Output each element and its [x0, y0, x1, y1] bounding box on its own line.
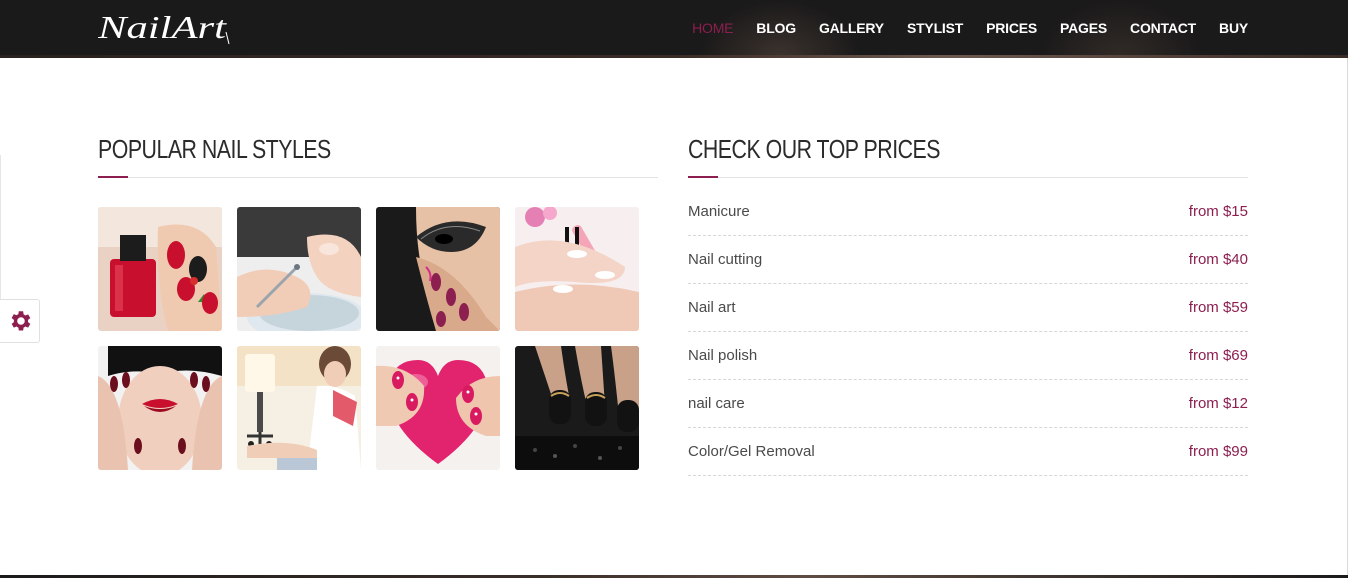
service-price: from $12 — [1188, 395, 1248, 412]
main-menu: HOME BLOG GALLERY STYLIST PRICES PAGES C… — [669, 0, 1248, 56]
red-polish-nails-image[interactable] — [98, 207, 222, 331]
nav-item-contact[interactable]: CONTACT — [1130, 20, 1196, 36]
nav-item-buy[interactable]: BUY — [1219, 20, 1248, 36]
site-logo[interactable]: NailArt — [97, 8, 232, 46]
nav-item-blog[interactable]: BLOG — [756, 20, 796, 36]
nav-item-pages[interactable]: PAGES — [1060, 20, 1107, 36]
price-row: Nail cutting from $40 — [688, 236, 1248, 284]
accent-underline — [688, 176, 718, 178]
accent-underline — [98, 176, 128, 178]
top-prices-divider — [688, 176, 1248, 178]
price-list: Manicure from $15 Nail cutting from $40 Na… — [688, 188, 1248, 476]
pedicure-image[interactable] — [237, 346, 361, 470]
service-price: from $69 — [1188, 347, 1248, 364]
cuticle-care-image[interactable] — [237, 207, 361, 331]
nav-item-prices[interactable]: PRICES — [986, 20, 1037, 36]
price-row: Nail polish from $69 — [688, 332, 1248, 380]
service-name: Nail polish — [688, 347, 758, 364]
service-name: Nail art — [688, 299, 736, 316]
service-price: from $99 — [1188, 443, 1248, 460]
left-panel-edge — [0, 155, 1, 300]
nav-item-gallery[interactable]: GALLERY — [819, 20, 884, 36]
service-name: Nail cutting — [688, 251, 763, 268]
red-lips-nails-image[interactable] — [98, 346, 222, 470]
top-navigation-bar: NailArt HOME BLOG GALLERY STYLIST PRICES… — [0, 0, 1348, 58]
service-name: Manicure — [688, 203, 750, 220]
price-row: Nail art from $59 — [688, 284, 1248, 332]
price-row: Color/Gel Removal from $99 — [688, 428, 1248, 476]
nail-filing-image[interactable] — [515, 207, 639, 331]
nav-item-home[interactable]: HOME — [692, 20, 733, 36]
service-name: Color/Gel Removal — [688, 443, 815, 460]
nav-item-stylist[interactable]: STYLIST — [907, 20, 963, 36]
popular-styles-title: POPULAR NAIL STYLES — [98, 134, 331, 164]
service-price: from $15 — [1188, 203, 1248, 220]
logo-text: NailArt — [98, 9, 227, 45]
service-name: nail care — [688, 395, 745, 412]
settings-toggle-button[interactable] — [0, 299, 40, 343]
popular-styles-divider — [98, 176, 658, 178]
price-row: Manicure from $15 — [688, 188, 1248, 236]
masquerade-nails-image[interactable] — [376, 207, 500, 331]
price-row: nail care from $12 — [688, 380, 1248, 428]
gear-icon — [11, 311, 30, 331]
top-prices-title: CHECK OUR TOP PRICES — [688, 134, 940, 164]
service-price: from $59 — [1188, 299, 1248, 316]
service-price: from $40 — [1188, 251, 1248, 268]
heart-nail-art-image[interactable] — [376, 346, 500, 470]
black-matte-nails-image[interactable] — [515, 346, 639, 470]
